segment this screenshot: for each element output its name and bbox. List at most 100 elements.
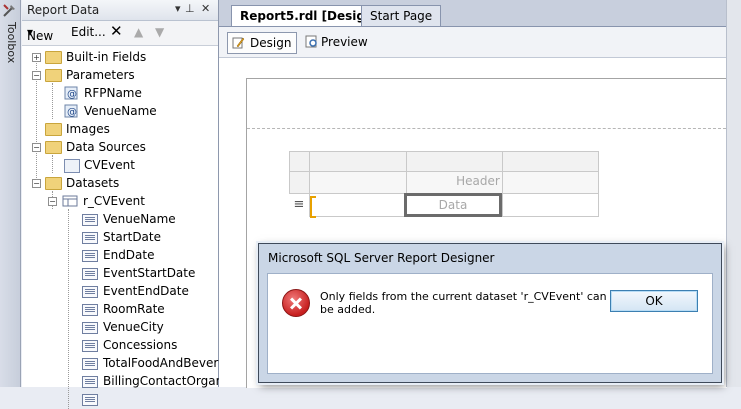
- header-cell[interactable]: [309, 171, 407, 194]
- tree-label: EndDate: [103, 248, 155, 262]
- tree-label: VenueName: [84, 104, 157, 118]
- tree-item-field[interactable]: RoomRate: [22, 300, 212, 318]
- toolbox-strip[interactable]: Toolbox: [0, 0, 21, 387]
- svg-text:@: @: [67, 89, 77, 100]
- move-down-icon[interactable]: ▼: [155, 25, 164, 39]
- dialog-body: Only fields from the current dataset 'r_…: [267, 273, 713, 374]
- collapse-icon[interactable]: −: [32, 71, 41, 80]
- ok-button[interactable]: OK: [610, 290, 698, 312]
- tree-label: VenueCity: [103, 320, 164, 334]
- delete-icon[interactable]: ✕: [110, 22, 123, 40]
- tree-label: RoomRate: [103, 302, 165, 316]
- tree-label: Built-in Fields: [66, 50, 147, 64]
- error-dialog: Microsoft SQL Server Report Designer Onl…: [258, 243, 722, 383]
- tree-item-field[interactable]: VenueName: [22, 210, 212, 228]
- tree-label: TotalFoodAndBevera: [103, 356, 226, 370]
- header-text: Header: [456, 174, 500, 188]
- tree-label: EventEndDate: [103, 284, 189, 298]
- report-data-panel: Report Data ▾ ⊥ ✕ New ▾ Edit... ✕ ▲ ▼ + …: [22, 0, 226, 409]
- tree-label: EventStartDate: [103, 266, 196, 280]
- svg-text:@: @: [67, 107, 77, 118]
- field-icon: [82, 358, 98, 370]
- tree-item-field[interactable]: EventStartDate: [22, 264, 212, 282]
- tree-item-dataset[interactable]: − r_CVEvent: [22, 192, 212, 210]
- tree-item-parameter[interactable]: @ RFPName: [22, 84, 212, 102]
- dialog-title: Microsoft SQL Server Report Designer: [268, 251, 495, 265]
- column-handle[interactable]: [406, 151, 503, 172]
- row-handle[interactable]: [289, 171, 310, 194]
- dialog-message: Only fields from the current dataset 'r_…: [320, 290, 607, 316]
- collapse-icon[interactable]: −: [48, 197, 57, 206]
- tree-label: Images: [66, 122, 110, 136]
- tree-item-field[interactable]: EndDate: [22, 246, 212, 264]
- expand-icon[interactable]: +: [32, 53, 41, 62]
- folder-open-icon: [45, 141, 62, 154]
- tree-label: Parameters: [66, 68, 135, 82]
- tree-item-built-in-fields[interactable]: + Built-in Fields: [22, 48, 212, 66]
- tab-start-page[interactable]: Start Page: [361, 5, 442, 26]
- selected-data-cell[interactable]: Data: [404, 193, 502, 217]
- tree-item-field[interactable]: EventEndDate: [22, 282, 212, 300]
- tree-label: r_CVEvent: [83, 194, 145, 208]
- tree-item-parameters[interactable]: − Parameters: [22, 66, 212, 84]
- tree-item-datasets[interactable]: − Datasets: [22, 174, 212, 192]
- field-icon: [82, 304, 98, 316]
- column-handle[interactable]: [309, 151, 407, 172]
- folder-open-icon: [45, 177, 62, 190]
- tree-item-data-sources[interactable]: − Data Sources: [22, 138, 212, 156]
- tree-item-datasource[interactable]: CVEvent: [22, 156, 212, 174]
- toolbox-label[interactable]: Toolbox: [2, 22, 18, 63]
- tree-item-field[interactable]: VenueCity: [22, 318, 212, 336]
- close-icon[interactable]: ✕: [201, 2, 210, 15]
- edit-button[interactable]: Edit...: [71, 25, 106, 39]
- report-data-toolbar: New ▾ Edit... ✕ ▲ ▼: [22, 21, 218, 46]
- design-label: Design: [250, 36, 292, 50]
- field-icon: [82, 322, 98, 334]
- field-icon: [82, 394, 98, 406]
- table-corner-handle[interactable]: [289, 151, 310, 172]
- data-cell[interactable]: [309, 193, 407, 217]
- field-icon: [82, 250, 98, 262]
- folder-open-icon: [45, 69, 62, 82]
- report-data-title: Report Data: [27, 3, 100, 17]
- collapse-icon[interactable]: −: [32, 179, 41, 188]
- parameter-icon: @: [64, 86, 78, 100]
- tree-item-field[interactable]: [22, 390, 212, 408]
- folder-icon: [45, 123, 62, 136]
- report-data-titlebar: Report Data ▾ ⊥ ✕: [22, 0, 218, 21]
- data-cell[interactable]: [502, 193, 599, 217]
- move-up-icon[interactable]: ▲: [134, 25, 143, 39]
- folder-icon: [45, 51, 62, 64]
- collapse-icon[interactable]: −: [32, 143, 41, 152]
- tree-label: RFPName: [84, 86, 142, 100]
- page-header-separator: [247, 128, 726, 129]
- preview-label: Preview: [321, 35, 368, 49]
- field-icon: [82, 376, 98, 388]
- new-button[interactable]: New ▾: [27, 25, 53, 43]
- tree-item-field[interactable]: Concessions: [22, 336, 212, 354]
- toolbox-icon: [3, 4, 15, 17]
- pin-icon[interactable]: ⊥: [185, 2, 195, 15]
- tree-label: Data Sources: [66, 140, 146, 154]
- tree-label: Datasets: [66, 176, 120, 190]
- tree-item-parameter[interactable]: @ VenueName: [22, 102, 212, 120]
- tree-item-images[interactable]: Images: [22, 120, 212, 138]
- dropdown-arrow-icon[interactable]: ▾: [175, 2, 181, 15]
- error-icon: [282, 289, 310, 317]
- group-bracket-indicator: [310, 196, 316, 218]
- column-handle[interactable]: [502, 151, 599, 172]
- field-icon: [82, 232, 98, 244]
- preview-icon: [305, 35, 317, 48]
- view-switcher-bar: Design Preview: [219, 27, 726, 58]
- field-icon: [82, 340, 98, 352]
- tree-item-field[interactable]: BillingContactOrgan: [22, 372, 223, 390]
- design-view-button[interactable]: Design: [227, 32, 298, 54]
- vertical-scrollbar[interactable]: [726, 0, 741, 387]
- tree-label: CVEvent: [84, 158, 135, 172]
- field-icon: [82, 214, 98, 226]
- report-table[interactable]: Header ≡ Data: [289, 151, 599, 221]
- tree-item-field[interactable]: StartDate: [22, 228, 212, 246]
- details-row-handle[interactable]: ≡: [289, 193, 309, 217]
- tree-item-field[interactable]: TotalFoodAndBevera: [22, 354, 226, 372]
- preview-view-button[interactable]: Preview: [301, 32, 368, 52]
